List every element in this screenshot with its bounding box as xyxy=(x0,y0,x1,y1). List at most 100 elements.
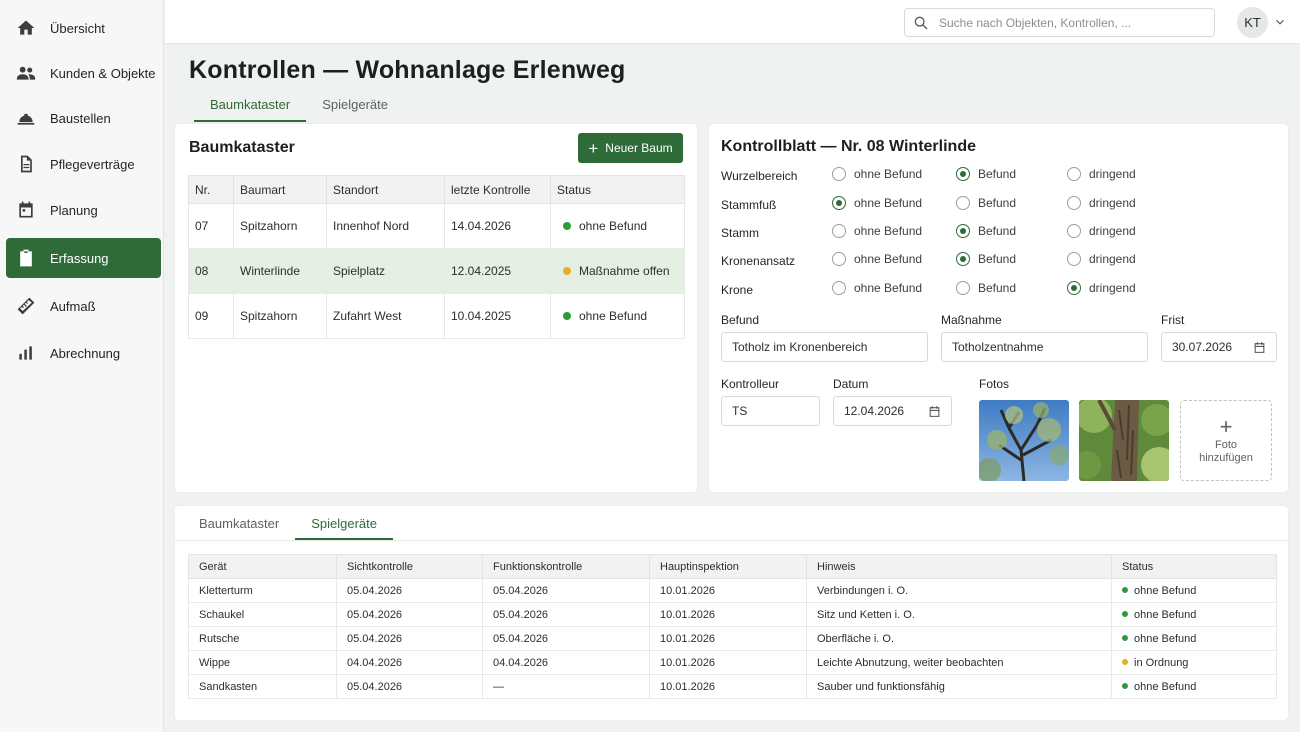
radio-krone-befund[interactable]: Befund xyxy=(956,281,1016,295)
cell-kontrolle: 12.04.2025 xyxy=(444,248,551,294)
massnahme-field[interactable] xyxy=(941,332,1148,362)
status-dot xyxy=(1122,658,1128,665)
radio-stammfuss-ohne-befund[interactable]: ohne Befund xyxy=(832,196,922,210)
table-row-selected[interactable]: 08 Winterlinde Spielplatz 12.04.2025 Maß… xyxy=(188,248,685,294)
massnahme-input[interactable] xyxy=(952,340,1137,354)
cell-sicht: 05.04.2026 xyxy=(336,674,483,699)
add-photo-button[interactable]: + Foto hinzufügen xyxy=(1180,400,1272,481)
column-header[interactable]: Nr. xyxy=(188,175,234,204)
status-dot xyxy=(1122,682,1128,689)
tab-baumkataster[interactable]: Baumkataster xyxy=(194,88,307,122)
radio-stamm-dringend[interactable]: dringend xyxy=(1067,224,1136,238)
column-header[interactable]: Baumart xyxy=(233,175,327,204)
datum-label: Datum xyxy=(833,377,869,391)
kontrolleur-input[interactable] xyxy=(732,404,809,418)
chevron-down-icon[interactable] xyxy=(1273,15,1287,29)
cell-status: ohne Befund xyxy=(550,293,685,339)
new-tree-button[interactable]: + Neuer Baum xyxy=(578,133,683,163)
column-header[interactable]: Sichtkontrolle xyxy=(336,554,483,579)
befund-input[interactable] xyxy=(732,340,917,354)
status-text: ohne Befund xyxy=(1134,680,1197,693)
radio-label: ohne Befund xyxy=(854,167,923,181)
radio-stamm-ohne-befund[interactable]: ohne Befund xyxy=(832,224,922,238)
sidebar-item-aufmass[interactable]: Aufmaß xyxy=(6,286,161,326)
table-row[interactable]: Wippe 04.04.2026 04.04.2026 10.01.2026 L… xyxy=(188,650,1277,675)
column-header[interactable]: letzte Kontrolle xyxy=(444,175,551,204)
status-text: Maßnahme offen xyxy=(579,264,670,278)
datum-input[interactable] xyxy=(844,404,928,418)
radio-stammfuss-befund[interactable]: Befund xyxy=(956,196,1016,210)
befund-field[interactable] xyxy=(721,332,928,362)
page-tabs: Baumkataster Spielgeräte xyxy=(194,88,404,122)
frist-input[interactable] xyxy=(1172,340,1253,354)
sidebar-item-label: Aufmaß xyxy=(50,298,96,314)
radio-krone-ohne-befund[interactable]: ohne Befund xyxy=(832,281,922,295)
baumkataster-title: Baumkataster xyxy=(189,139,295,156)
status-text: ohne Befund xyxy=(1134,608,1197,621)
cell-hinweis: Oberfläche i. O. xyxy=(806,626,1112,651)
cell-sicht: 05.04.2026 xyxy=(336,626,483,651)
sidebar-item-uebersicht[interactable]: Übersicht xyxy=(6,8,161,48)
new-tree-button-label: Neuer Baum xyxy=(605,141,673,155)
column-header[interactable]: Standort xyxy=(326,175,445,204)
status-dot xyxy=(1122,610,1128,617)
frist-field[interactable] xyxy=(1161,332,1277,362)
search-box[interactable] xyxy=(904,8,1215,37)
sidebar-item-kunden[interactable]: Kunden & Objekte xyxy=(6,53,161,93)
table-row[interactable]: 07 Spitzahorn Innenhof Nord 14.04.2026 o… xyxy=(188,203,685,249)
cell-geraet: Rutsche xyxy=(188,626,337,651)
radio-circle xyxy=(956,224,970,238)
tab-spielgeraete[interactable]: Spielgeräte xyxy=(295,506,393,540)
table-row[interactable]: Schaukel 05.04.2026 05.04.2026 10.01.202… xyxy=(188,602,1277,627)
column-header[interactable]: Hinweis xyxy=(806,554,1112,579)
photo-thumbnail-tree-trunk[interactable] xyxy=(1079,400,1169,481)
calendar-icon[interactable] xyxy=(928,405,941,418)
radio-wurzelbereich-ohne-befund[interactable]: ohne Befund xyxy=(832,167,922,181)
calendar-icon xyxy=(16,200,36,220)
cell-geraet: Sandkasten xyxy=(188,674,337,699)
kontrolleur-field[interactable] xyxy=(721,396,820,426)
column-header[interactable]: Gerät xyxy=(188,554,337,579)
sidebar-item-planung[interactable]: Planung xyxy=(6,190,161,230)
sidebar-item-erfassung[interactable]: Erfassung xyxy=(6,238,161,278)
sidebar-item-pflegevertraege[interactable]: Pflegeverträge xyxy=(6,144,161,184)
radio-wurzelbereich-befund[interactable]: Befund xyxy=(956,167,1016,181)
cell-baumart: Spitzahorn xyxy=(233,203,327,249)
table-row[interactable]: Kletterturm 05.04.2026 05.04.2026 10.01.… xyxy=(188,578,1277,603)
cell-funktion: 04.04.2026 xyxy=(482,650,650,675)
cell-haupt: 10.01.2026 xyxy=(649,650,807,675)
table-row[interactable]: 09 Spitzahorn Zufahrt West 10.04.2025 oh… xyxy=(188,293,685,339)
status-text: ohne Befund xyxy=(1134,632,1197,645)
radio-kronenansatz-befund[interactable]: Befund xyxy=(956,252,1016,266)
tab-spielgeraete[interactable]: Spielgeräte xyxy=(306,88,404,122)
criterion-label: Krone xyxy=(721,283,754,297)
column-header[interactable]: Status xyxy=(1111,554,1277,579)
column-header[interactable]: Hauptinspektion xyxy=(649,554,807,579)
radio-kronenansatz-dringend[interactable]: dringend xyxy=(1067,252,1136,266)
cell-sicht: 05.04.2026 xyxy=(336,578,483,603)
radio-krone-dringend[interactable]: dringend xyxy=(1067,281,1136,295)
kontrollblatt-card: Kontrollblatt — Nr. 08 Winterlinde Wurze… xyxy=(709,124,1288,492)
table-row[interactable]: Rutsche 05.04.2026 05.04.2026 10.01.2026… xyxy=(188,626,1277,651)
sidebar-item-baustellen[interactable]: Baustellen xyxy=(6,98,161,138)
avatar[interactable]: KT xyxy=(1237,7,1268,38)
criterion-label: Kronenansatz xyxy=(721,254,796,268)
radio-stamm-befund[interactable]: Befund xyxy=(956,224,1016,238)
sidebar-item-label: Abrechnung xyxy=(50,345,121,361)
column-header[interactable]: Funktionskontrolle xyxy=(482,554,650,579)
radio-kronenansatz-ohne-befund[interactable]: ohne Befund xyxy=(832,252,922,266)
photo-thumbnail-tree-crown[interactable] xyxy=(979,400,1069,481)
cell-baumart: Spitzahorn xyxy=(233,293,327,339)
sidebar-item-abrechnung[interactable]: Abrechnung xyxy=(6,333,161,373)
column-header[interactable]: Status xyxy=(550,175,685,204)
table-row[interactable]: Sandkasten 05.04.2026 — 10.01.2026 Saube… xyxy=(188,674,1277,699)
radio-stammfuss-dringend[interactable]: dringend xyxy=(1067,196,1136,210)
sidebar-item-label: Kunden & Objekte xyxy=(50,65,156,81)
search-input[interactable] xyxy=(939,15,1199,30)
datum-field[interactable] xyxy=(833,396,952,426)
tab-baumkataster[interactable]: Baumkataster xyxy=(183,506,295,540)
radio-wurzelbereich-dringend[interactable]: dringend xyxy=(1067,167,1136,181)
calendar-icon[interactable] xyxy=(1253,341,1266,354)
status-text: ohne Befund xyxy=(579,219,648,233)
cell-kontrolle: 14.04.2026 xyxy=(444,203,551,249)
